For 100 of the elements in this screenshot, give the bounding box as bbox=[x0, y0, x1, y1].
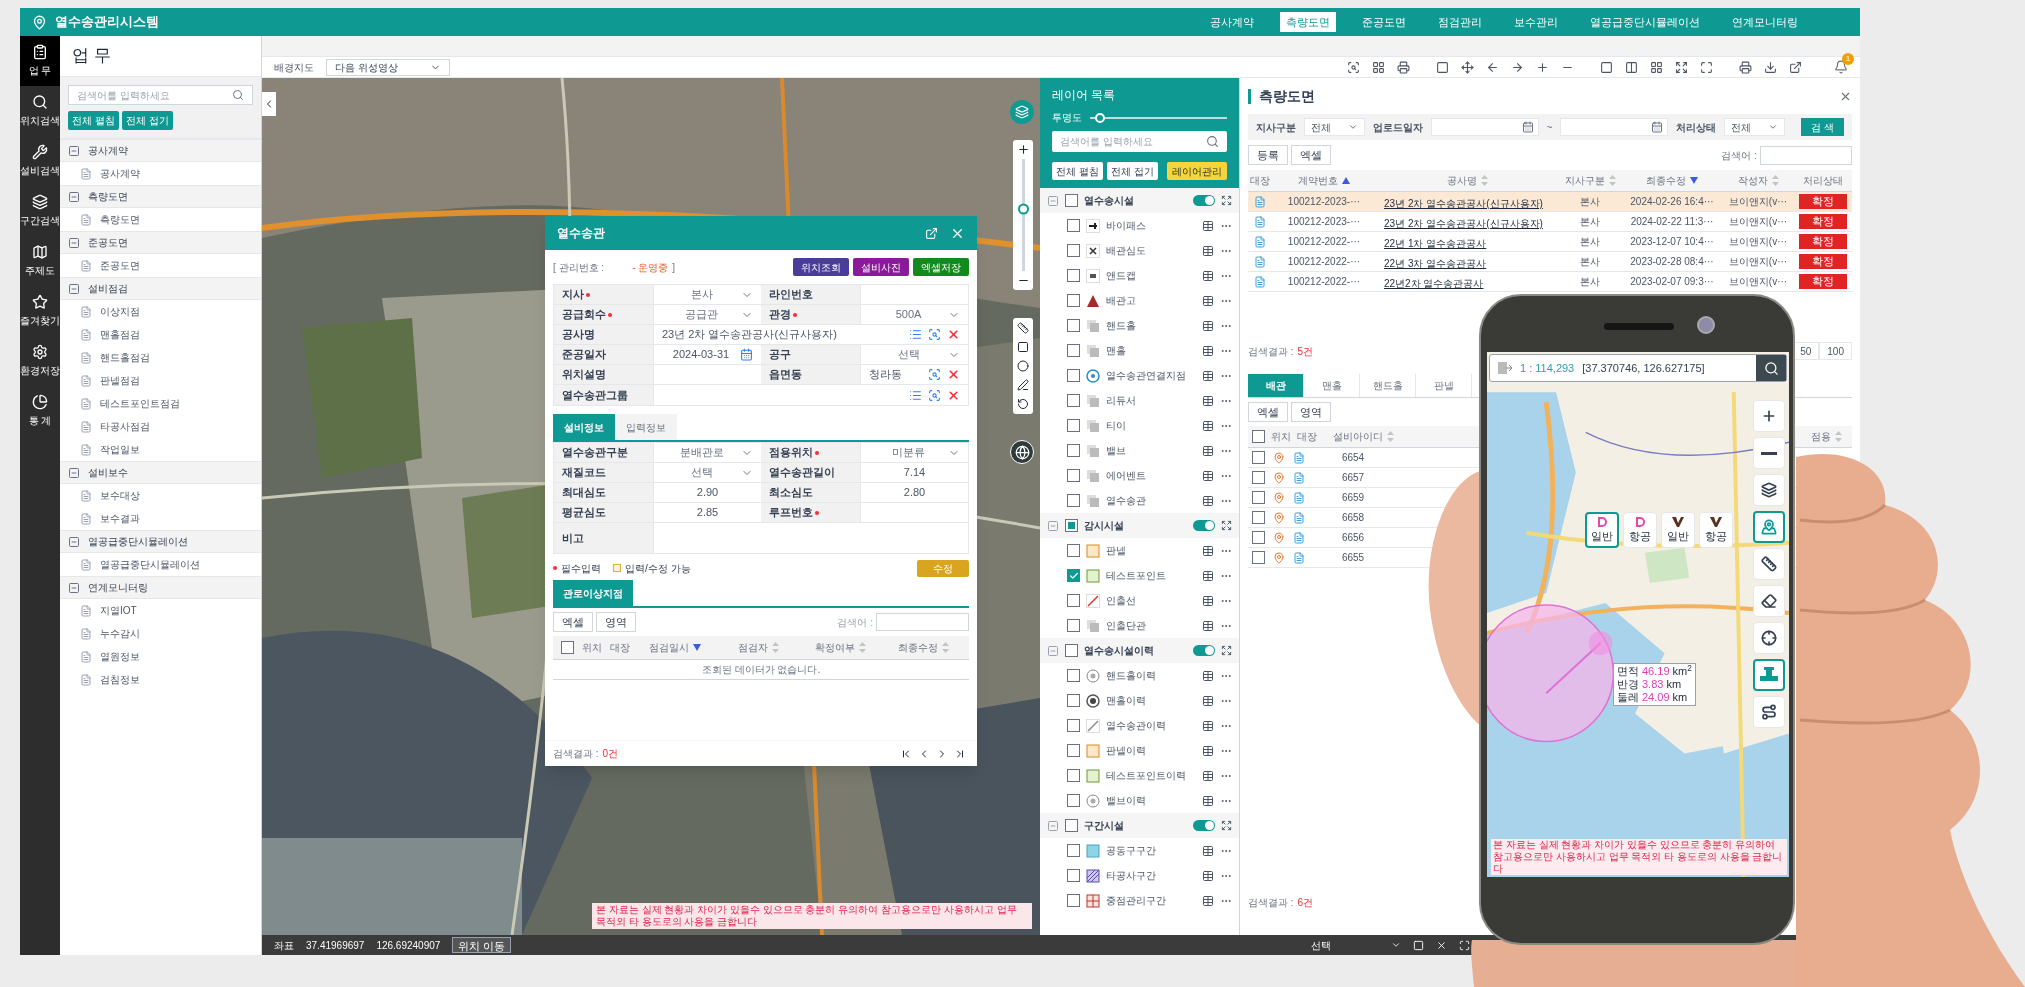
select-field[interactable]: 선택 bbox=[1311, 938, 1402, 952]
layer-item[interactable]: 맨홀이력 bbox=[1040, 688, 1239, 713]
column-header[interactable]: 점용 bbox=[1811, 429, 1848, 444]
list-icon[interactable] bbox=[909, 328, 922, 341]
button[interactable]: 위치조회 bbox=[793, 258, 849, 276]
tree-item[interactable]: 지열IOT bbox=[60, 599, 261, 622]
select-field[interactable]: 500A bbox=[861, 305, 968, 324]
collapse-icon[interactable] bbox=[68, 282, 80, 295]
layer-item[interactable]: 바이패스 bbox=[1040, 213, 1239, 238]
list-icon[interactable] bbox=[909, 388, 922, 402]
rail-item[interactable]: 설비검색 bbox=[20, 136, 60, 186]
table-icon[interactable] bbox=[1202, 294, 1214, 307]
location-pin-icon[interactable] bbox=[1273, 451, 1285, 464]
fit-extent-icon[interactable] bbox=[1221, 195, 1232, 206]
table-icon[interactable] bbox=[1202, 594, 1214, 607]
document-icon[interactable] bbox=[1293, 531, 1305, 544]
lookup-field[interactable]: 23년 2차 열수송관공사(신규사용자) bbox=[654, 325, 968, 344]
column-header[interactable]: 점검일시 bbox=[638, 640, 713, 655]
layer-group[interactable]: 열수송시설 bbox=[1040, 188, 1239, 213]
tree-item[interactable]: 보수대상 bbox=[60, 484, 261, 507]
button[interactable]: 등록 bbox=[1248, 145, 1288, 165]
table-icon[interactable] bbox=[1202, 494, 1214, 507]
button[interactable]: 영역 bbox=[596, 612, 636, 632]
select-field[interactable]: 미분류 bbox=[861, 443, 968, 462]
checkbox[interactable] bbox=[1252, 430, 1265, 443]
plus-icon[interactable] bbox=[1536, 60, 1549, 74]
tree-group[interactable]: 설비보수 bbox=[60, 461, 261, 484]
table-icon[interactable] bbox=[1202, 744, 1214, 757]
collapse-button[interactable] bbox=[262, 92, 276, 116]
layer-item[interactable]: 타공사구간 bbox=[1040, 863, 1239, 888]
document-icon[interactable] bbox=[1293, 491, 1305, 504]
link[interactable]: 23년 2차 열수송관공사(신규사용자) bbox=[1384, 217, 1543, 229]
checkbox[interactable] bbox=[1065, 644, 1078, 657]
checkbox[interactable] bbox=[1252, 451, 1265, 464]
menu-item[interactable]: 측량도면 bbox=[1280, 12, 1336, 32]
arrow-right-icon[interactable] bbox=[1511, 60, 1524, 74]
table-row[interactable]: 100212-2022-··· 22년 3차 열수송관공사 본사 2023-02-28 08:4··· 브이앤지(v··· 확정 bbox=[1248, 252, 1852, 272]
table-row[interactable]: 100212-2022-··· 22년 1차 열수송관공사 본사 2023-12-07 10:4··· 브이앤지(v··· 확정 bbox=[1248, 232, 1852, 252]
table-icon[interactable] bbox=[1202, 394, 1214, 407]
search-icon[interactable] bbox=[928, 328, 941, 341]
table-row[interactable]: 100212-2023-··· 23년 2차 열수송관공사(신규사용자) 본사 2024-02-26 16:4··· 브이앤지(v··· 확정 bbox=[1248, 192, 1852, 212]
layer-item[interactable]: 인출선 bbox=[1040, 588, 1239, 613]
checkbox[interactable] bbox=[1067, 669, 1080, 682]
input-field[interactable]: 2.90 bbox=[654, 483, 761, 502]
column-header[interactable]: 처리상태 bbox=[1794, 173, 1852, 188]
grid-icon[interactable] bbox=[1372, 60, 1385, 74]
column-header[interactable]: 점검자 bbox=[720, 640, 796, 655]
button[interactable]: 엑셀 bbox=[553, 612, 593, 632]
circle-icon[interactable] bbox=[1017, 360, 1029, 372]
square-icon[interactable] bbox=[1436, 60, 1449, 74]
layer-group[interactable]: 열수송시설이력 bbox=[1040, 638, 1239, 663]
button[interactable]: 영역 bbox=[1291, 402, 1331, 422]
select-field[interactable]: 공급관 bbox=[654, 305, 761, 324]
checkbox[interactable] bbox=[1252, 491, 1265, 504]
column-header[interactable]: 계약번호 bbox=[1272, 173, 1376, 188]
layer-item[interactable]: 판넬이력 bbox=[1040, 738, 1239, 763]
pan-icon[interactable] bbox=[1461, 60, 1474, 74]
rail-item[interactable]: 위치검색 bbox=[20, 86, 60, 136]
tree-group[interactable]: 준공도면 bbox=[60, 231, 261, 254]
layer-item[interactable]: 판넬 bbox=[1040, 538, 1239, 563]
layer-group[interactable]: 감시시설 bbox=[1040, 513, 1239, 538]
checkbox[interactable] bbox=[1067, 619, 1080, 632]
checkbox[interactable] bbox=[1252, 471, 1265, 484]
rotate-icon[interactable] bbox=[1017, 398, 1029, 410]
date-field[interactable] bbox=[1560, 118, 1669, 136]
collapse-icon[interactable] bbox=[68, 190, 80, 203]
link[interactable]: 22년 3차 열수송관공사 bbox=[1384, 257, 1487, 269]
toggle-switch[interactable] bbox=[1193, 520, 1215, 531]
table-icon[interactable] bbox=[1202, 344, 1214, 357]
search-icon[interactable] bbox=[928, 388, 941, 402]
zoom-area-icon[interactable] bbox=[1347, 60, 1360, 74]
location-pin-icon[interactable] bbox=[1273, 551, 1285, 564]
tree-item[interactable]: 검침정보 bbox=[60, 668, 261, 691]
table-icon[interactable] bbox=[1202, 544, 1214, 557]
checkbox[interactable] bbox=[1067, 794, 1080, 807]
lookup-field[interactable]: 청라동 bbox=[861, 365, 968, 384]
checkbox[interactable] bbox=[561, 641, 574, 654]
column-header[interactable]: 지사구분 bbox=[1558, 173, 1622, 188]
page-size-button[interactable]: 100 bbox=[1819, 342, 1852, 360]
column-header[interactable]: 대장 bbox=[1297, 429, 1317, 444]
toggle-switch[interactable] bbox=[1193, 195, 1215, 206]
checkbox[interactable] bbox=[1065, 194, 1078, 207]
layer-item[interactable]: 공동구구간 bbox=[1040, 838, 1239, 863]
table-icon[interactable] bbox=[1202, 619, 1214, 632]
checkbox[interactable] bbox=[1252, 511, 1265, 524]
search-field[interactable] bbox=[876, 613, 969, 631]
layer-item[interactable]: 테스트포인트 bbox=[1040, 563, 1239, 588]
table-icon[interactable] bbox=[1202, 869, 1214, 882]
collapse-icon[interactable] bbox=[68, 236, 80, 249]
search-icon[interactable] bbox=[928, 368, 941, 381]
collapse-icon[interactable] bbox=[68, 144, 80, 157]
tree-item[interactable]: 핸드홀점검 bbox=[60, 346, 261, 369]
checkbox[interactable] bbox=[1067, 719, 1080, 732]
tree-item[interactable]: 보수결과 bbox=[60, 507, 261, 530]
pen-icon[interactable] bbox=[1017, 379, 1029, 391]
close-icon[interactable] bbox=[1436, 939, 1448, 951]
document-icon[interactable] bbox=[1254, 255, 1266, 268]
ruler-icon[interactable] bbox=[1017, 322, 1029, 334]
column-header[interactable]: 대장 bbox=[610, 640, 630, 655]
layer-item[interactable]: 티이 bbox=[1040, 413, 1239, 438]
